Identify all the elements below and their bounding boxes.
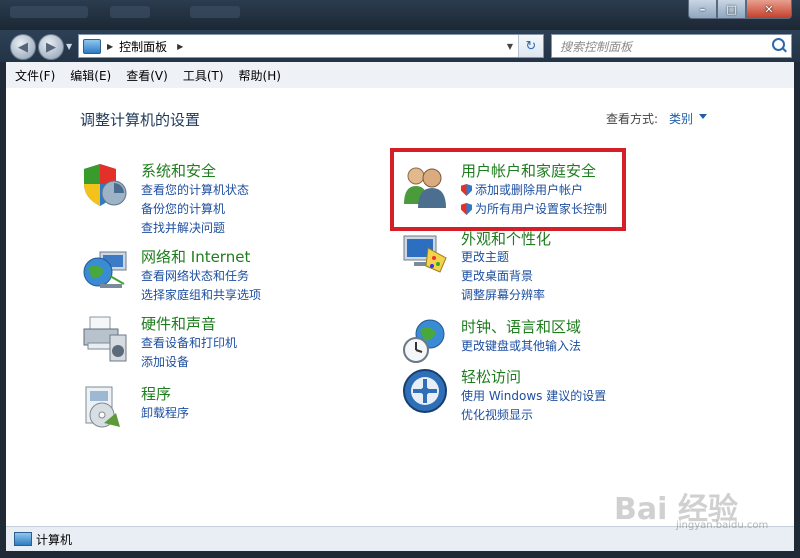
category-link[interactable]: 调整屏幕分辨率 [461,286,545,303]
category-link[interactable]: 为所有用户设置家长控制 [461,200,607,217]
menu-tools[interactable]: 工具(T) [174,67,230,84]
close-button[interactable]: ✕ [746,0,792,19]
forward-arrow-icon: ▶ [46,39,56,55]
globe-clock-icon[interactable] [400,316,450,366]
computer-icon [14,532,32,546]
caption-buttons: – □ ✕ [688,0,792,19]
forward-button[interactable]: ▶ [38,34,64,60]
category-title[interactable]: 系统和安全 [141,160,216,181]
menu-edit[interactable]: 编辑(E) [61,67,117,84]
category-link[interactable]: 更改桌面背景 [461,267,533,284]
category-title[interactable]: 时钟、语言和区域 [461,316,581,337]
category-link[interactable]: 卸载程序 [141,404,189,421]
menu-help[interactable]: 帮助(H) [230,67,287,84]
category-link[interactable]: 优化视频显示 [461,406,533,423]
category-title[interactable]: 外观和个性化 [461,228,551,249]
maximize-button[interactable]: □ [717,0,746,19]
search-placeholder: 搜索控制面板 [560,39,633,54]
menu-bar: 文件(F) 编辑(E) 查看(V) 工具(T) 帮助(H) [6,62,794,89]
category-link[interactable]: 添加或删除用户帐户 [461,181,583,198]
programs-icon[interactable] [80,383,130,433]
shield-icon[interactable] [80,160,130,210]
view-by-label: 查看方式: [606,112,659,126]
watermark-url: jingyan.baidu.com [676,520,769,531]
category-link[interactable]: 备份您的计算机 [141,200,225,217]
blurred-taskbar-region [190,6,240,18]
uac-shield-icon [461,184,472,196]
view-by-dropdown[interactable]: 类别 [669,110,693,127]
users-icon[interactable] [400,160,450,210]
blurred-taskbar-region [110,6,150,18]
category-link[interactable]: 更改键盘或其他输入法 [461,337,581,354]
category-link[interactable]: 添加设备 [141,353,189,370]
search-input[interactable]: 搜索控制面板 [551,34,792,58]
network-globe-icon[interactable] [80,246,130,296]
uac-shield-icon [461,203,472,215]
monitor-palette-icon[interactable] [400,228,450,278]
address-bar[interactable]: ▶ 控制面板 ▶ ▼ ↻ [78,34,544,58]
category-title[interactable]: 网络和 Internet [141,246,250,267]
category-link[interactable]: 选择家庭组和共享选项 [141,286,261,303]
main-content: 调整计算机的设置 查看方式: 类别 系统和安全 查看您的计算机状态 备份您的计算… [6,88,794,526]
address-dropdown-icon[interactable]: ▼ [503,35,517,57]
category-link[interactable]: 查找并解决问题 [141,219,225,236]
title-bar[interactable]: – □ ✕ [0,0,800,30]
search-icon[interactable] [772,38,785,51]
category-title[interactable]: 用户帐户和家庭安全 [461,160,596,181]
category-link[interactable]: 查看网络状态和任务 [141,267,249,284]
minimize-button[interactable]: – [688,0,717,19]
category-link[interactable]: 更改主题 [461,248,509,265]
back-button[interactable]: ◀ [10,34,36,60]
category-link[interactable]: 查看您的计算机状态 [141,181,249,198]
category-link[interactable]: 使用 Windows 建议的设置 [461,387,606,404]
category-title[interactable]: 程序 [141,383,171,404]
refresh-icon[interactable]: ↻ [518,35,543,57]
link-text: 为所有用户设置家长控制 [475,202,608,216]
back-arrow-icon: ◀ [18,39,28,55]
control-panel-icon [83,38,101,54]
menu-file[interactable]: 文件(F) [6,67,61,84]
blurred-taskbar-region [10,6,88,18]
page-title: 调整计算机的设置 [80,111,201,129]
breadcrumb-separator-icon[interactable]: ▶ [107,42,113,51]
category-link[interactable]: 查看设备和打印机 [141,334,237,351]
control-panel-window: – □ ✕ ◀ ▶ ▼ ▶ 控制面板 ▶ ▼ ↻ 搜索控制面板 文件(F) 编辑… [0,0,800,558]
category-title[interactable]: 轻松访问 [461,366,521,387]
ease-of-access-icon[interactable] [400,366,450,416]
category-title[interactable]: 硬件和声音 [141,313,216,334]
breadcrumb-separator-icon[interactable]: ▶ [177,42,183,51]
recent-pages-dropdown[interactable]: ▼ [66,42,72,51]
breadcrumb-control-panel[interactable]: 控制面板 [119,38,167,55]
status-text: 计算机 [36,532,73,547]
navigation-bar: ◀ ▶ ▼ ▶ 控制面板 ▶ ▼ ↻ 搜索控制面板 [0,30,800,62]
view-by-caret-icon[interactable] [699,114,707,119]
printer-icon[interactable] [80,313,130,363]
link-text: 添加或删除用户帐户 [475,183,584,197]
menu-view[interactable]: 查看(V) [117,67,174,84]
